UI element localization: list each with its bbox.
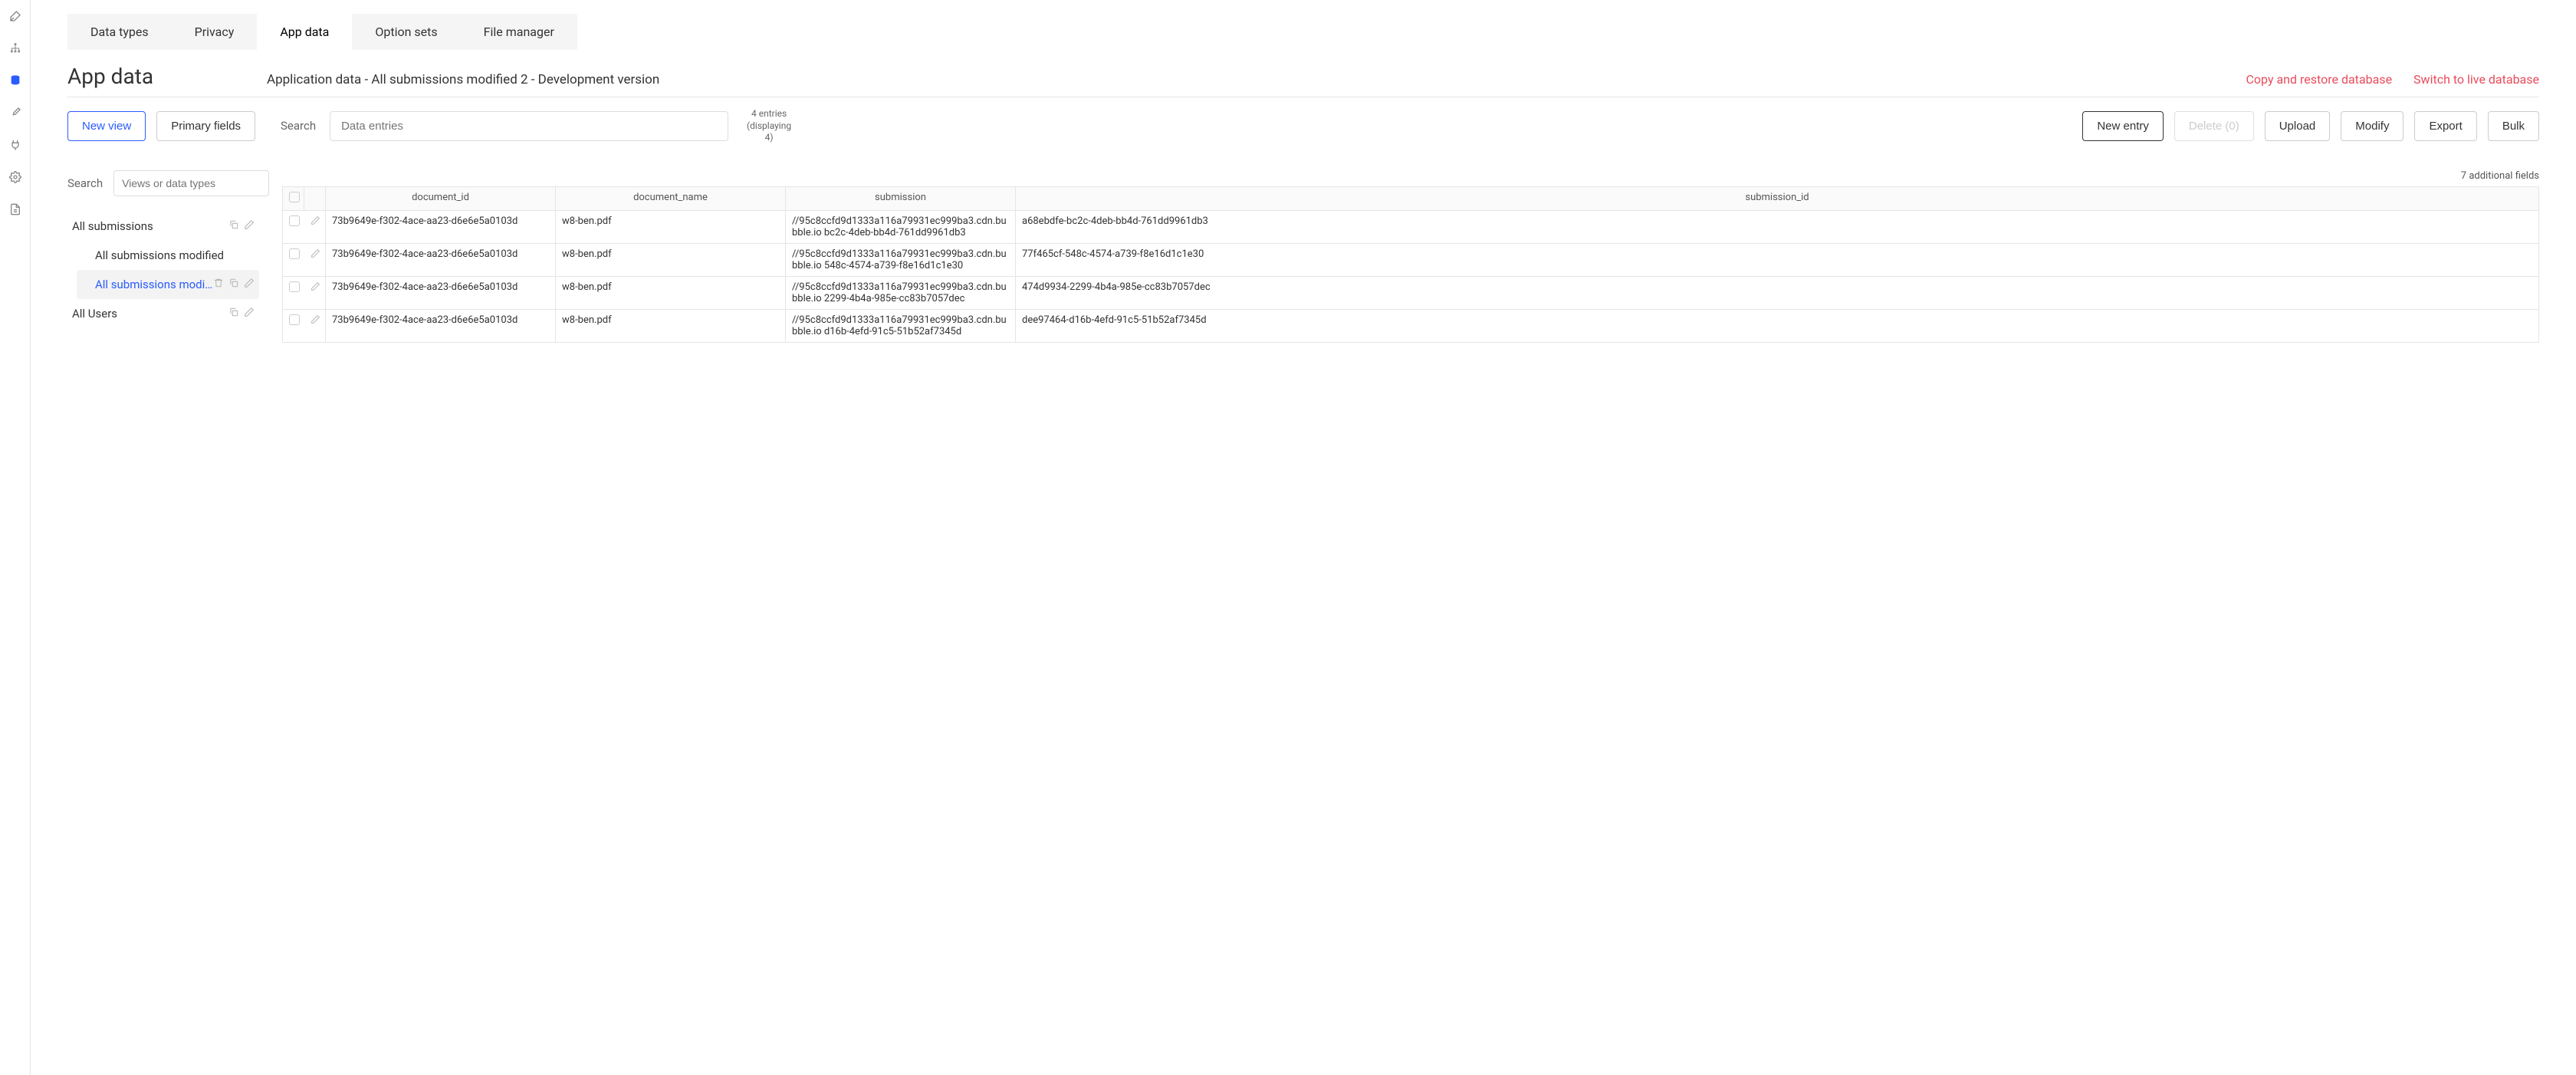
new-view-button[interactable]: New view: [67, 111, 146, 141]
cell-document-id: 73b9649e-f302-4ace-aa23-d6e6e5a0103d: [326, 210, 556, 243]
tree-label: All Users: [72, 307, 228, 321]
cell-document-id: 73b9649e-f302-4ace-aa23-d6e6e5a0103d: [326, 243, 556, 276]
cell-submission: //95c8ccfd9d1333a116a79931ec999ba3.cdn.b…: [786, 309, 1016, 342]
header-document-id[interactable]: document_id: [326, 186, 556, 210]
cell-document-name: w8-ben.pdf: [556, 210, 786, 243]
table-row[interactable]: 73b9649e-f302-4ace-aa23-d6e6e5a0103dw8-b…: [283, 309, 2539, 342]
side-search-label: Search: [67, 176, 103, 190]
tree-label: All submissions modified: [95, 248, 255, 262]
search-label: Search: [281, 119, 316, 133]
tab-file-manager[interactable]: File manager: [461, 14, 577, 50]
entry-count: 4 entries (displaying 4): [742, 108, 796, 144]
tab-data-types[interactable]: Data types: [67, 14, 172, 50]
cell-submission-id: dee97464-d16b-4efd-91c5-51b52af7345d: [1016, 309, 2539, 342]
settings-icon[interactable]: [8, 170, 22, 184]
cell-submission-id: 474d9934-2299-4b4a-985e-cc83b7057dec: [1016, 276, 2539, 309]
upload-button[interactable]: Upload: [2265, 111, 2331, 141]
tree-all-users[interactable]: All Users: [67, 299, 259, 328]
cell-document-name: w8-ben.pdf: [556, 243, 786, 276]
breadcrumb: Application data - All submissions modif…: [267, 72, 2246, 87]
row-checkbox[interactable]: [283, 210, 304, 243]
switch-live-link[interactable]: Switch to live database: [2413, 72, 2539, 87]
tree-all-submissions-modified[interactable]: All submissions modified: [77, 241, 259, 270]
table-row[interactable]: 73b9649e-f302-4ace-aa23-d6e6e5a0103dw8-b…: [283, 210, 2539, 243]
design-icon[interactable]: [8, 9, 22, 23]
copy-icon[interactable]: [228, 219, 239, 233]
tab-option-sets[interactable]: Option sets: [352, 14, 460, 50]
copy-icon[interactable]: [228, 278, 239, 291]
new-entry-button[interactable]: New entry: [2082, 111, 2164, 141]
header-edit: [304, 186, 326, 210]
logs-icon[interactable]: [8, 202, 22, 216]
data-table: document_id document_name submission sub…: [282, 186, 2539, 343]
primary-fields-button[interactable]: Primary fields: [156, 111, 255, 141]
export-button[interactable]: Export: [2414, 111, 2476, 141]
tabs-bar: Data types Privacy App data Option sets …: [31, 0, 2576, 50]
header-document-name[interactable]: document_name: [556, 186, 786, 210]
pencil-icon[interactable]: [244, 278, 255, 291]
cell-submission-id: a68ebdfe-bc2c-4deb-bb4d-761dd9961db3: [1016, 210, 2539, 243]
tab-privacy[interactable]: Privacy: [172, 14, 258, 50]
tree-all-submissions[interactable]: All submissions: [67, 212, 259, 241]
sidebar: Search All submissions All submissions m…: [67, 170, 259, 343]
pencil-icon[interactable]: [310, 283, 320, 294]
cell-submission: //95c8ccfd9d1333a116a79931ec999ba3.cdn.b…: [786, 210, 1016, 243]
tree-all-submissions-modified-2[interactable]: All submissions modi...: [77, 270, 259, 299]
additional-fields-label[interactable]: 7 additional fields: [282, 170, 2539, 186]
pencil-icon[interactable]: [244, 307, 255, 321]
copy-restore-link[interactable]: Copy and restore database: [2246, 72, 2393, 87]
row-checkbox[interactable]: [283, 276, 304, 309]
copy-icon[interactable]: [228, 307, 239, 321]
data-icon[interactable]: [8, 74, 22, 87]
pencil-icon[interactable]: [310, 217, 320, 228]
workflow-icon[interactable]: [8, 41, 22, 55]
pencil-icon[interactable]: [310, 250, 320, 261]
styles-icon[interactable]: [8, 106, 22, 120]
pencil-icon[interactable]: [310, 316, 320, 327]
side-search-input[interactable]: [113, 170, 269, 196]
left-nav-rail: [0, 0, 31, 1075]
plugins-icon[interactable]: [8, 138, 22, 152]
cell-submission: //95c8ccfd9d1333a116a79931ec999ba3.cdn.b…: [786, 243, 1016, 276]
cell-document-id: 73b9649e-f302-4ace-aa23-d6e6e5a0103d: [326, 309, 556, 342]
page-title: App data: [67, 64, 267, 89]
cell-document-name: w8-ben.pdf: [556, 276, 786, 309]
cell-submission: //95c8ccfd9d1333a116a79931ec999ba3.cdn.b…: [786, 276, 1016, 309]
header-submission[interactable]: submission: [786, 186, 1016, 210]
table-row[interactable]: 73b9649e-f302-4ace-aa23-d6e6e5a0103dw8-b…: [283, 243, 2539, 276]
tree-label: All submissions modi...: [95, 278, 213, 291]
row-edit[interactable]: [304, 210, 326, 243]
tree-label: All submissions: [72, 219, 228, 233]
modify-button[interactable]: Modify: [2341, 111, 2404, 141]
row-checkbox[interactable]: [283, 309, 304, 342]
cell-submission-id: 77f465cf-548c-4574-a739-f8e16d1c1e30: [1016, 243, 2539, 276]
trash-icon[interactable]: [213, 278, 224, 291]
tab-app-data[interactable]: App data: [257, 14, 352, 50]
pencil-icon[interactable]: [244, 219, 255, 233]
bulk-button[interactable]: Bulk: [2488, 111, 2539, 141]
table-row[interactable]: 73b9649e-f302-4ace-aa23-d6e6e5a0103dw8-b…: [283, 276, 2539, 309]
cell-document-id: 73b9649e-f302-4ace-aa23-d6e6e5a0103d: [326, 276, 556, 309]
row-checkbox[interactable]: [283, 243, 304, 276]
data-search-input[interactable]: [330, 111, 728, 141]
row-edit[interactable]: [304, 276, 326, 309]
cell-document-name: w8-ben.pdf: [556, 309, 786, 342]
header-checkbox[interactable]: [283, 186, 304, 210]
row-edit[interactable]: [304, 309, 326, 342]
header-submission-id[interactable]: submission_id: [1016, 186, 2539, 210]
delete-button[interactable]: Delete (0): [2174, 111, 2254, 141]
row-edit[interactable]: [304, 243, 326, 276]
